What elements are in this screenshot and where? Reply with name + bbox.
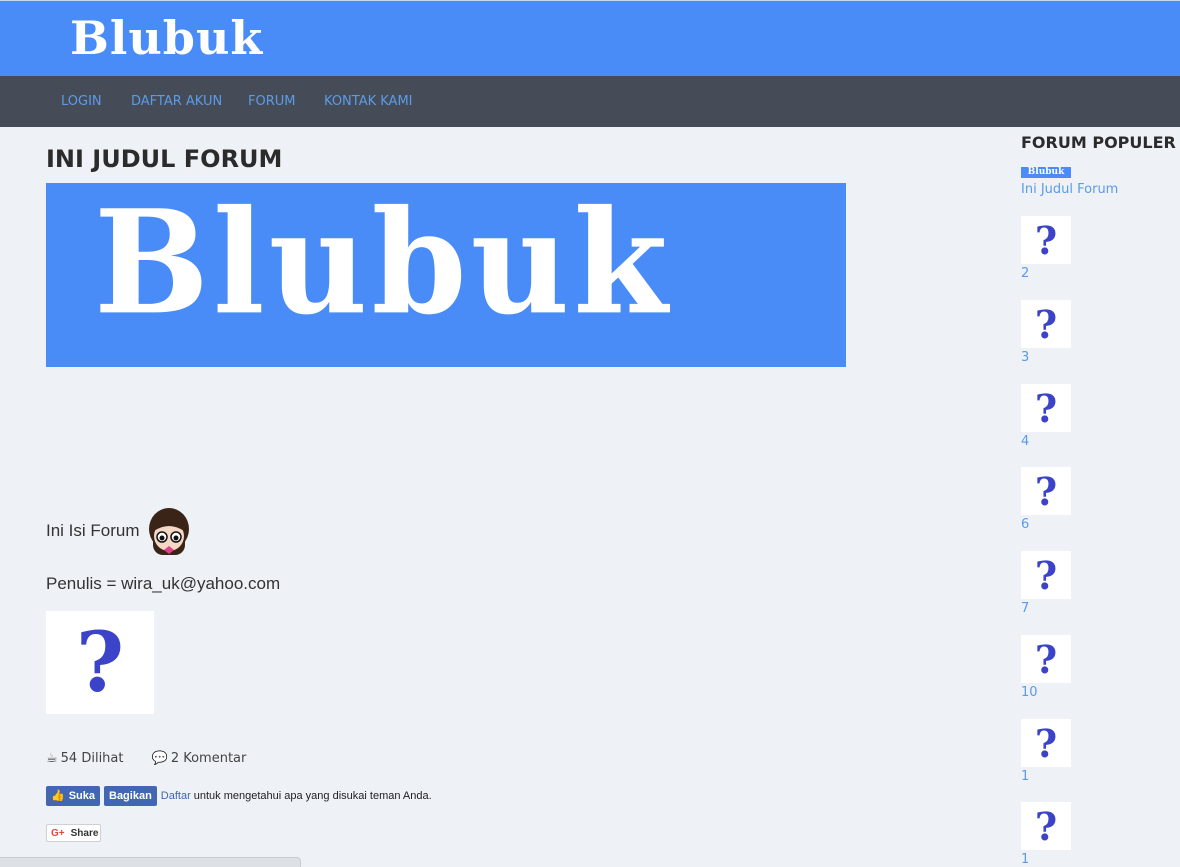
post-author: Penulis = wira_uk@yahoo.com xyxy=(46,574,281,593)
popular-forum-label[interactable]: 10 xyxy=(1021,685,1071,700)
popular-forum-label[interactable]: 6 xyxy=(1021,517,1071,532)
question-mark-image-icon: ? xyxy=(46,611,154,714)
post-banner-image: Blubuk xyxy=(46,183,846,367)
question-mark-thumbnail-icon: ? xyxy=(1021,384,1071,432)
popular-forum-label[interactable]: 1 xyxy=(1021,852,1071,867)
popular-forum-label[interactable]: 3 xyxy=(1021,350,1071,365)
sidebar-title: FORUM POPULER xyxy=(1021,133,1176,152)
facebook-share-button[interactable]: Bagikan xyxy=(104,786,157,806)
google-plus-share-button[interactable]: G+ Share xyxy=(46,824,101,842)
facebook-signup-link[interactable]: Daftar xyxy=(161,790,191,802)
popular-forum-label[interactable]: Ini Judul Forum xyxy=(1021,182,1118,197)
question-mark-thumbnail-icon: ? xyxy=(1021,719,1071,767)
popular-forum-item[interactable]: ? 4 xyxy=(1021,384,1071,449)
question-mark-thumbnail-icon: ? xyxy=(1021,467,1071,515)
question-mark-thumbnail-icon: ? xyxy=(1021,635,1071,683)
popular-forum-item[interactable]: ? 6 xyxy=(1021,467,1071,532)
popular-forum-label[interactable]: 2 xyxy=(1021,266,1071,281)
popular-forum-item[interactable]: ? 2 xyxy=(1021,216,1071,281)
comments-icon: 💬 xyxy=(151,751,168,766)
thumbs-up-icon: 👍 xyxy=(51,790,65,802)
coffee-cup-icon: ☕ xyxy=(46,751,58,766)
popular-forum-item[interactable]: ? 7 xyxy=(1021,551,1071,616)
popular-forum-item[interactable]: ? 3 xyxy=(1021,300,1071,365)
popular-forum-label[interactable]: 4 xyxy=(1021,434,1071,449)
forum-thumbnail-logo: Blubuk xyxy=(1021,167,1071,178)
facebook-like-bar: 👍 Suka Bagikan Daftar untuk mengetahui ap… xyxy=(46,786,432,806)
post-stats: ☕ 54 Dilihat 💬 2 Komentar xyxy=(46,751,270,766)
google-plus-icon: G+ xyxy=(51,827,65,839)
views-stat: ☕ 54 Dilihat xyxy=(46,751,124,766)
popular-forum-label[interactable]: 7 xyxy=(1021,601,1071,616)
question-mark-thumbnail-icon: ? xyxy=(1021,802,1071,850)
site-header: Blubuk xyxy=(0,0,1180,76)
comments-stat: 💬 2 Komentar xyxy=(151,751,247,766)
nav-daftar-akun[interactable]: DAFTAR AKUN xyxy=(131,94,222,109)
question-mark-thumbnail-icon: ? xyxy=(1021,216,1071,264)
facebook-signup-text: untuk mengetahui apa yang disukai teman … xyxy=(193,790,432,802)
nav-kontak-kami[interactable]: KONTAK KAMI xyxy=(324,94,413,109)
question-mark-thumbnail-icon: ? xyxy=(1021,551,1071,599)
post-body: Ini Isi Forum xyxy=(46,521,140,540)
nav-forum[interactable]: FORUM xyxy=(248,94,295,109)
question-mark-thumbnail-icon: ? xyxy=(1021,300,1071,348)
popular-forum-item[interactable]: ? 1 xyxy=(1021,719,1071,784)
popular-forum-item[interactable]: Blubuk Ini Judul Forum xyxy=(1021,167,1118,197)
popular-forum-item[interactable]: ? 10 xyxy=(1021,635,1071,700)
facebook-like-button[interactable]: 👍 Suka xyxy=(46,786,100,806)
popular-forum-label[interactable]: 1 xyxy=(1021,769,1071,784)
avatar-sticker-icon xyxy=(149,508,189,555)
main-nav: LOGIN DAFTAR AKUN FORUM KONTAK KAMI xyxy=(0,76,1180,127)
post-title: INI JUDUL FORUM xyxy=(46,145,283,173)
popular-forum-item[interactable]: ? 1 xyxy=(1021,802,1071,867)
site-logo[interactable]: Blubuk xyxy=(70,15,263,61)
nav-login[interactable]: LOGIN xyxy=(61,94,102,109)
banner-logo-text: Blubuk xyxy=(94,183,672,347)
